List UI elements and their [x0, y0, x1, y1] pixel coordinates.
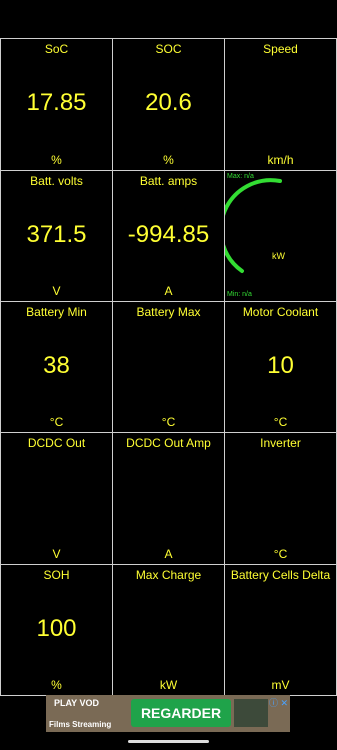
cell-label: Max Charge: [135, 568, 202, 582]
cell-value: -994.85: [127, 221, 210, 248]
cell-unit: V: [52, 284, 61, 298]
cell-value: 17.85: [26, 89, 87, 116]
cell-label: Speed: [263, 42, 298, 56]
cell-label: Inverter: [260, 436, 301, 450]
cell-dcdc-out[interactable]: DCDC Out V: [0, 433, 113, 565]
cell-label: SoC: [44, 42, 69, 56]
cell-unit: A: [164, 547, 173, 561]
gauge-unit: kW: [272, 251, 285, 261]
cell-unit: °C: [273, 547, 288, 561]
cell-dcdc-out-amp[interactable]: DCDC Out Amp A: [113, 433, 225, 565]
cell-unit: mV: [271, 678, 290, 692]
cell-value: 38: [43, 352, 70, 379]
cell-batt-volts[interactable]: Batt. volts 371.5 V: [0, 171, 113, 302]
cell-label: DCDC Out Amp: [126, 436, 211, 450]
cell-unit: A: [164, 284, 173, 298]
cell-motor-coolant[interactable]: Motor Coolant 10 °C: [225, 302, 337, 433]
cell-unit: °C: [161, 415, 176, 429]
cell-label: Battery Cells Delta: [230, 568, 331, 582]
cell-soc-2[interactable]: SOC 20.6 %: [113, 39, 225, 171]
cell-speed[interactable]: Speed km/h: [225, 39, 337, 171]
cell-label: Batt. amps: [139, 174, 198, 188]
cell-inverter[interactable]: Inverter °C: [225, 433, 337, 565]
cell-max-charge[interactable]: Max Charge kW: [113, 565, 225, 696]
ad-brand: PLAY VOD: [54, 698, 100, 708]
ad-subtitle: Films Streaming: [49, 720, 112, 729]
cell-label: DCDC Out: [27, 436, 86, 450]
cell-label: SOC: [155, 42, 182, 56]
cell-label: Battery Min: [26, 305, 87, 319]
ad-banner[interactable]: PLAY VOD Films Streaming REGARDER ⓘ ✕: [46, 695, 290, 732]
cell-battery-min[interactable]: Battery Min 38 °C: [0, 302, 113, 433]
ad-image: [234, 699, 268, 727]
cell-soh[interactable]: SOH 100 %: [0, 565, 113, 696]
cell-unit: kW: [159, 678, 178, 692]
cell-value: 10: [267, 352, 294, 379]
cell-power-gauge[interactable]: Max: n/a kW Min: n/a: [225, 171, 337, 302]
cell-unit: %: [51, 678, 62, 692]
gauge-min-label: Min: n/a: [227, 291, 252, 298]
cell-label: Battery Max: [136, 305, 201, 319]
ad-watch-button[interactable]: REGARDER: [131, 699, 231, 727]
cell-unit: %: [163, 153, 174, 167]
dashboard-grid: SoC 17.85 % SOC 20.6 % Speed km/h Batt. …: [0, 38, 337, 697]
gauge-max-label: Max: n/a: [227, 173, 254, 180]
cell-unit: °C: [49, 415, 64, 429]
cell-unit: %: [51, 153, 62, 167]
cell-label: SOH: [43, 568, 70, 582]
cell-battery-max[interactable]: Battery Max °C: [113, 302, 225, 433]
ad-close-icon[interactable]: ⓘ ✕: [269, 696, 288, 709]
cell-label: Batt. volts: [30, 174, 83, 188]
cell-soc[interactable]: SoC 17.85 %: [0, 39, 113, 171]
cell-battery-cells-delta[interactable]: Battery Cells Delta mV: [225, 565, 337, 696]
cell-value: 371.5: [26, 221, 87, 248]
cell-value: 20.6: [145, 89, 192, 116]
cell-value: 100: [36, 615, 77, 642]
power-gauge-arc: [225, 178, 282, 273]
cell-unit: V: [52, 547, 61, 561]
home-indicator[interactable]: [128, 740, 209, 743]
cell-unit: km/h: [267, 153, 294, 167]
cell-unit: °C: [273, 415, 288, 429]
cell-label: Motor Coolant: [242, 305, 319, 319]
cell-batt-amps[interactable]: Batt. amps -994.85 A: [113, 171, 225, 302]
